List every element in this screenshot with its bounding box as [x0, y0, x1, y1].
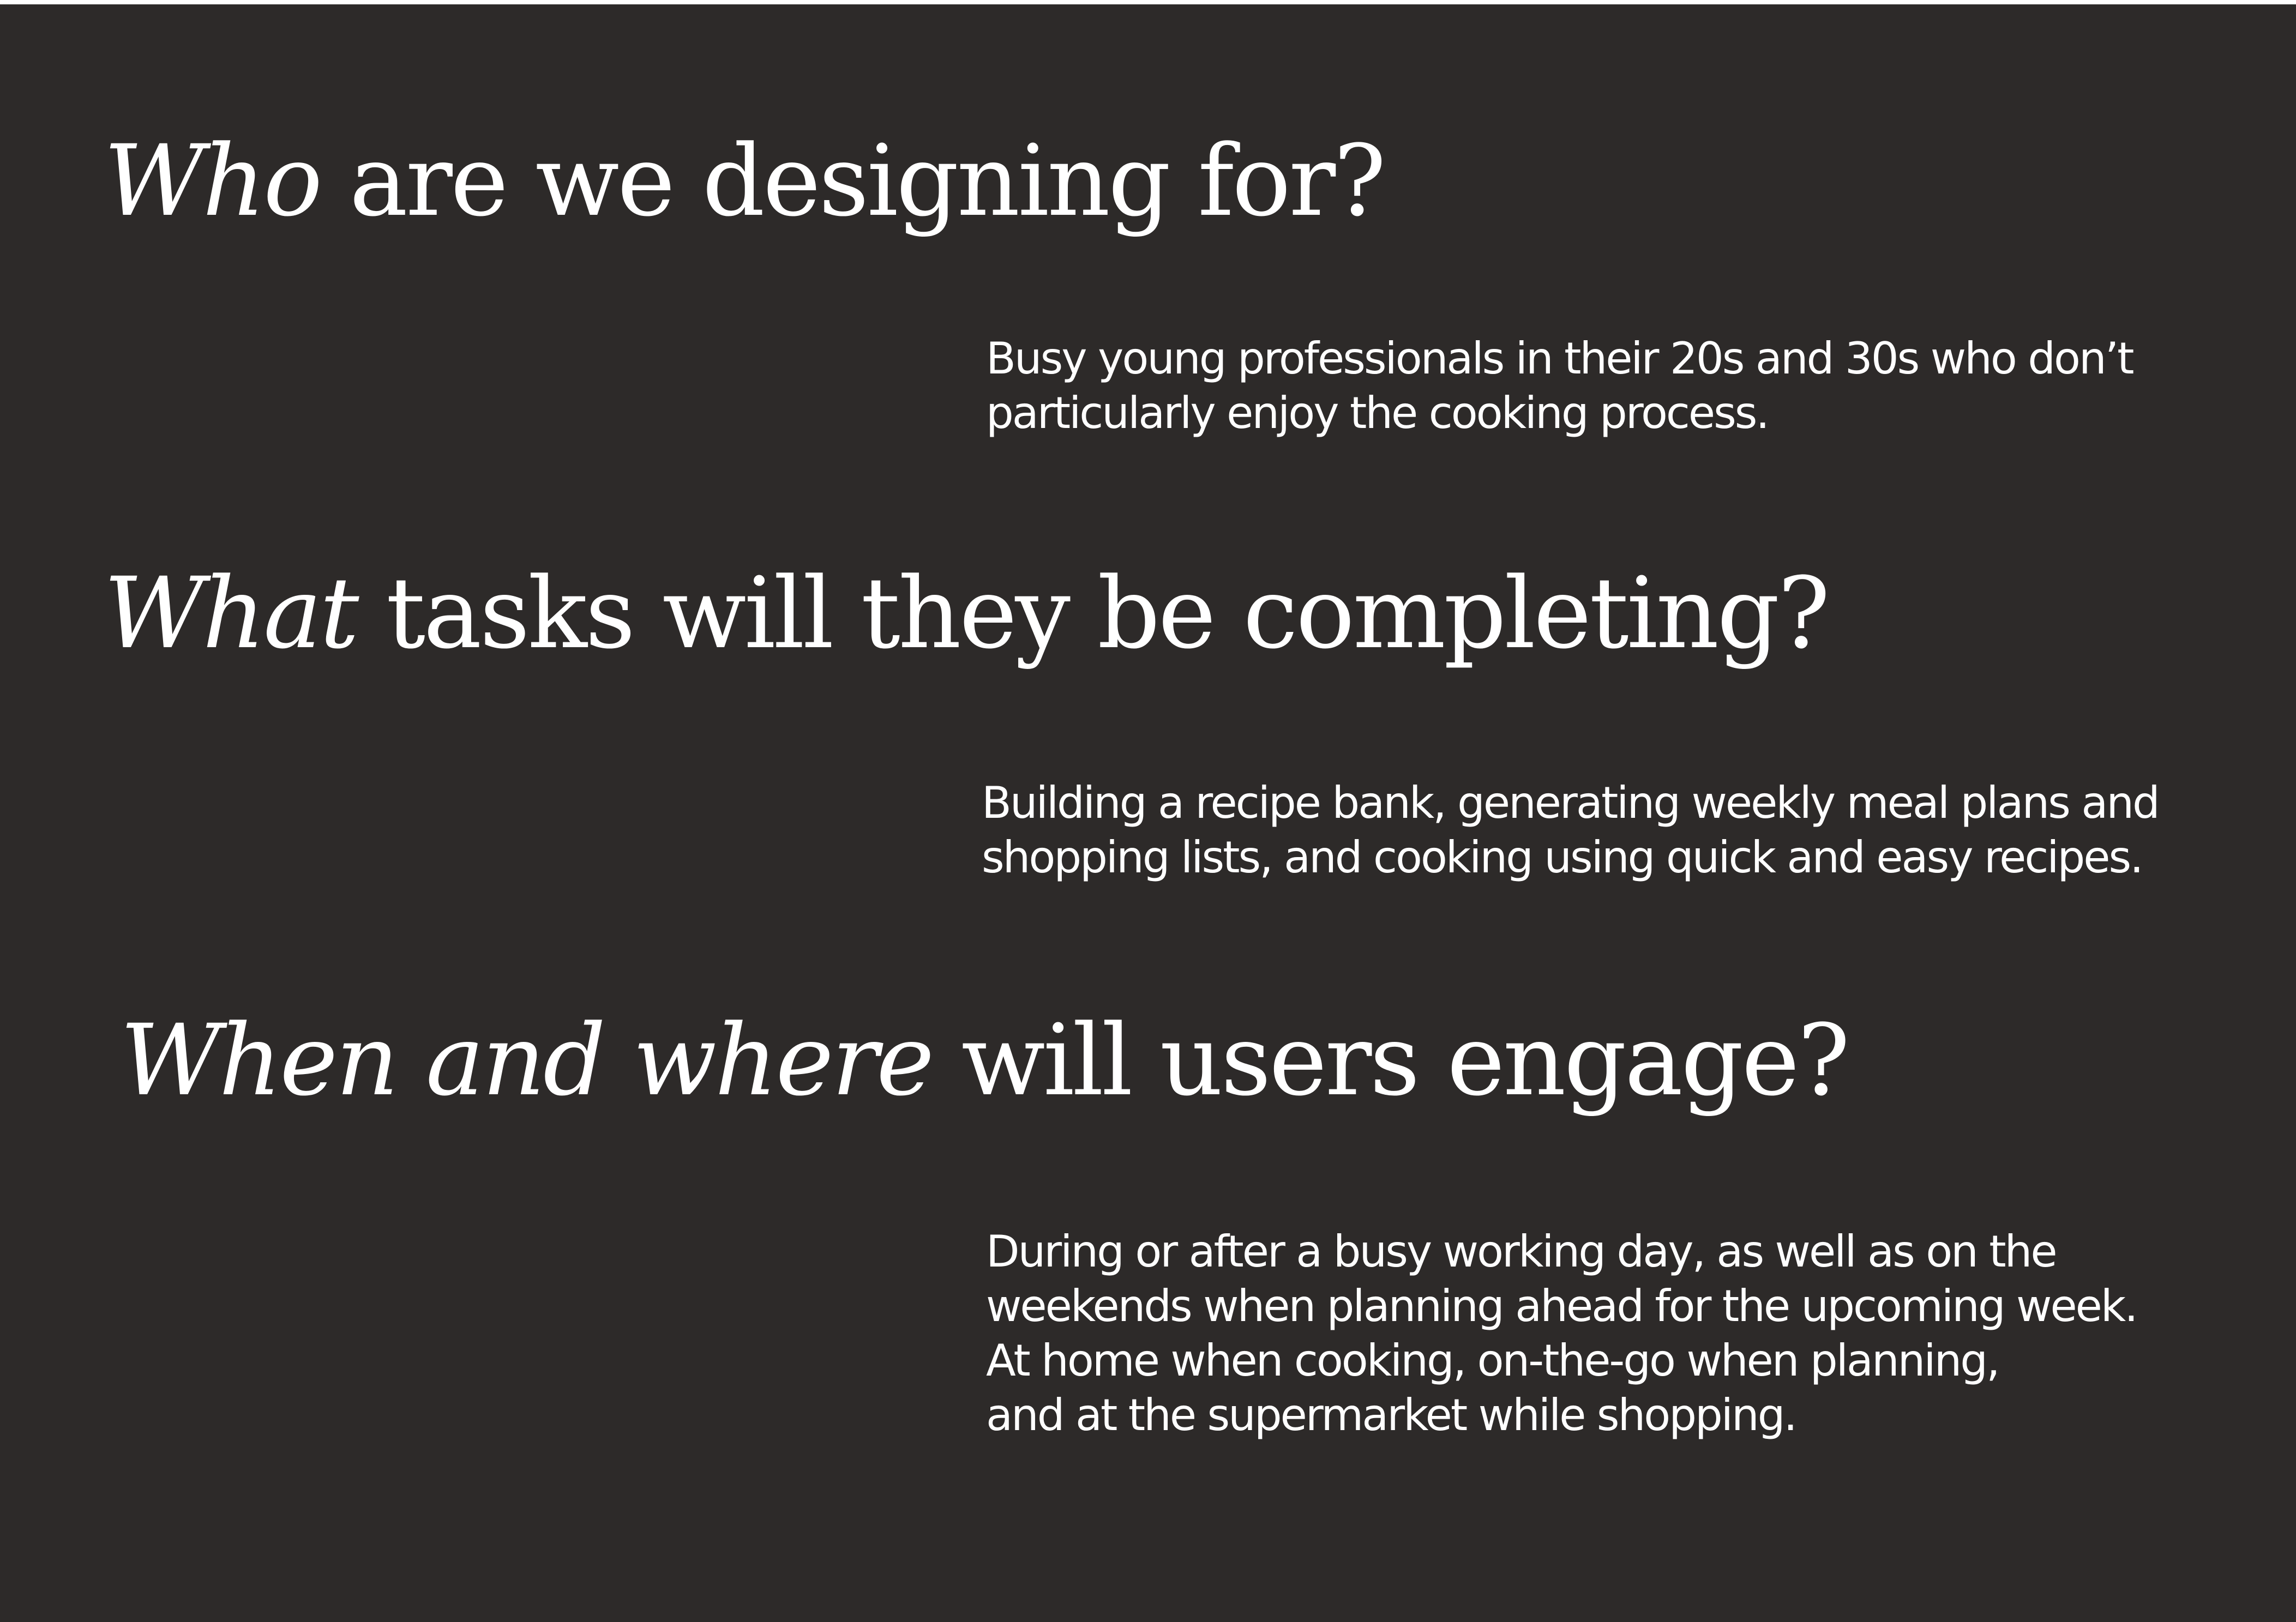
heading-what: What tasks will they be completing? — [104, 565, 1830, 663]
answer-when-where-line-3: At home when cooking, on-the-go when pla… — [986, 1335, 2000, 1386]
answer-when-where-line-1: During or after a busy working day, as w… — [986, 1226, 2058, 1277]
answer-when-where: During or after a busy working day, as w… — [986, 1225, 2213, 1443]
heading-who: Who are we designing for? — [104, 132, 1386, 231]
heading-when-where-rest: will users engage? — [932, 1004, 1850, 1118]
answer-who-line-1: Busy young professionals in their 20s an… — [986, 333, 2134, 384]
heading-what-rest: tasks will they be completing? — [357, 557, 1830, 671]
answer-when-where-line-2: weekends when planning ahead for the upc… — [986, 1281, 2138, 1331]
heading-when-where-italic: When and where — [120, 1004, 934, 1118]
answer-what: Building a recipe bank, generating weekl… — [982, 776, 2209, 885]
heading-who-rest: are we designing for? — [320, 124, 1386, 238]
answer-what-line-1: Building a recipe bank, generating weekl… — [982, 777, 2160, 828]
heading-who-italic: Who — [104, 124, 322, 238]
heading-what-italic: What — [104, 557, 359, 671]
slide: Who are we designing for? Busy young pro… — [0, 4, 2296, 1622]
answer-what-line-2: shopping lists, and cooking using quick … — [982, 832, 2144, 883]
heading-when-where: When and where will users engage? — [120, 1012, 1850, 1110]
answer-when-where-line-4: and at the supermarket while shopping. — [986, 1390, 1798, 1440]
answer-who: Busy young professionals in their 20s an… — [986, 331, 2213, 441]
answer-who-line-2: particularly enjoy the cooking process. — [986, 388, 1770, 438]
